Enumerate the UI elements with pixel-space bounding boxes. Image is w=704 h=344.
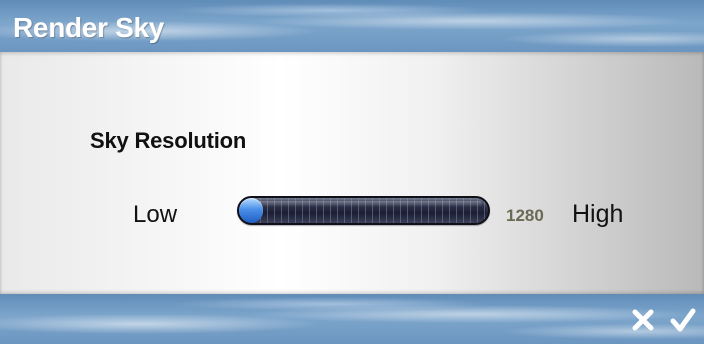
render-sky-dialog: Render Sky Sky Resolution Low 1280 High xyxy=(0,0,704,344)
section-heading-sky-resolution: Sky Resolution xyxy=(90,128,247,153)
slider-high-label: High xyxy=(572,200,624,228)
sky-resolution-slider[interactable] xyxy=(237,196,490,225)
slider-fill xyxy=(239,198,263,223)
confirm-button[interactable] xyxy=(670,308,696,332)
dialog-body: Sky Resolution Low 1280 High xyxy=(0,52,704,294)
dialog-title: Render Sky xyxy=(13,12,165,43)
slider-value-readout: 1280 xyxy=(506,206,544,225)
footer-buttons xyxy=(630,308,696,332)
slider-low-label: Low xyxy=(133,201,178,228)
title-bar: Render Sky xyxy=(0,0,704,52)
x-icon xyxy=(632,309,654,331)
footer-bar xyxy=(0,294,704,344)
checkmark-icon xyxy=(670,308,696,332)
cancel-button[interactable] xyxy=(630,308,656,332)
